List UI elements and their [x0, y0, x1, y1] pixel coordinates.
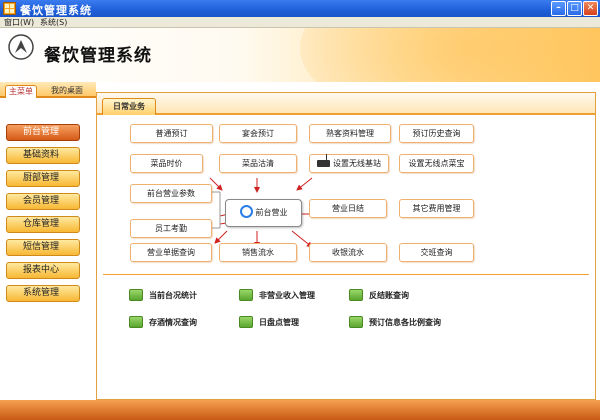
- menu-window[interactable]: 窗口(W): [4, 17, 34, 28]
- logo-icon: [8, 34, 34, 60]
- quick-daily-inventory[interactable]: 日盘点管理: [239, 315, 299, 330]
- status-bar: [0, 400, 600, 420]
- nav-reports[interactable]: 报表中心: [6, 262, 80, 279]
- flow-normal-booking[interactable]: 普通预订: [130, 124, 213, 143]
- tab-my-desktop[interactable]: 我的桌面: [48, 85, 86, 98]
- flow-wireless-station[interactable]: 设置无线基站: [309, 154, 389, 173]
- router-icon: [317, 154, 330, 167]
- maximize-button[interactable]: □: [567, 1, 582, 16]
- flow-dish-price[interactable]: 菜品时价: [130, 154, 203, 173]
- quick-item-icon: [239, 315, 253, 328]
- minimize-button[interactable]: –: [551, 1, 566, 16]
- nav-kitchen[interactable]: 厨部管理: [6, 170, 80, 187]
- tab-main-menu[interactable]: 主菜单: [5, 85, 37, 98]
- quick-reverse-checkout[interactable]: 反结账查询: [349, 288, 409, 303]
- flow-front-business[interactable]: 前台营业: [225, 199, 302, 227]
- flow-frontdesk-params[interactable]: 前台营业参数: [130, 184, 212, 203]
- nav-member[interactable]: 会员管理: [6, 193, 80, 210]
- business-flow: 普通预订 宴会预订 熟客资料管理 预订历史查询 菜品时价 菜品沽清 设置无线基站…: [97, 116, 595, 271]
- left-tabs: 主菜单 我的桌面: [0, 82, 96, 98]
- flow-booking-history[interactable]: 预订历史查询: [399, 124, 474, 143]
- flow-receipt-query[interactable]: 营业单据查询: [130, 243, 212, 262]
- title-bar: 餐饮管理系统 – □ ✕: [0, 0, 600, 17]
- nav-system[interactable]: 系统管理: [6, 285, 80, 302]
- app-icon: [3, 2, 16, 15]
- flow-sales-journal[interactable]: 销售流水: [219, 243, 297, 262]
- quick-item-icon: [129, 288, 143, 301]
- flow-wireless-station-label: 设置无线基站: [333, 159, 381, 168]
- tab-daily-business[interactable]: 日常业务: [102, 98, 156, 115]
- menu-bar: 窗口(W) 系统(S): [0, 17, 600, 28]
- menu-system[interactable]: 系统(S): [40, 17, 67, 28]
- flow-regular-customer[interactable]: 熟客资料管理: [309, 124, 391, 143]
- window-title: 餐饮管理系统: [20, 4, 92, 17]
- quick-item-icon: [239, 288, 253, 301]
- quick-daily-inventory-label: 日盘点管理: [259, 318, 299, 327]
- close-button[interactable]: ✕: [583, 1, 598, 16]
- nav-front-desk[interactable]: 前台管理: [6, 124, 80, 141]
- quick-wine-storage-label: 存酒情况查询: [149, 318, 197, 327]
- quick-booking-ratio-label: 预订信息各比例查询: [369, 318, 441, 327]
- flow-shift-query[interactable]: 交班查询: [399, 243, 474, 262]
- header-banner: 餐饮管理系统: [0, 28, 600, 82]
- nav-basic-data[interactable]: 基础资料: [6, 147, 80, 164]
- flow-dish-soldout[interactable]: 菜品沽清: [219, 154, 297, 173]
- quick-reverse-checkout-label: 反结账查询: [369, 291, 409, 300]
- quick-non-business-income[interactable]: 非营业收入管理: [239, 288, 315, 303]
- left-panel: 主菜单 我的桌面 前台管理 基础资料 厨部管理 会员管理 仓库管理 短信管理 报…: [0, 82, 96, 400]
- flow-staff-attendance[interactable]: 员工考勤: [130, 219, 212, 238]
- quick-wine-storage[interactable]: 存酒情况查询: [129, 315, 197, 330]
- flow-wireless-ordering[interactable]: 设置无线点菜宝: [399, 154, 474, 173]
- flow-other-expenses[interactable]: 其它费用管理: [399, 199, 474, 218]
- app-title: 餐饮管理系统: [44, 46, 152, 66]
- quick-item-icon: [349, 288, 363, 301]
- nav-warehouse[interactable]: 仓库管理: [6, 216, 80, 233]
- flow-front-business-label: 前台营业: [255, 208, 288, 217]
- nav-sms[interactable]: 短信管理: [6, 239, 80, 256]
- front-business-icon: [239, 205, 253, 218]
- section-divider: [103, 274, 589, 275]
- flow-banquet-booking[interactable]: 宴会预订: [219, 124, 297, 143]
- quick-table-status-label: 当前台况统计: [149, 291, 197, 300]
- main-panel: 日常业务 普通预订 宴会预订 熟客资料管理 预订历史查询 菜品时价 菜品沽清 设…: [96, 92, 596, 400]
- flow-daily-settlement[interactable]: 营业日结: [309, 199, 387, 218]
- flow-cashier-journal[interactable]: 收银流水: [309, 243, 387, 262]
- quick-table-status[interactable]: 当前台况统计: [129, 288, 197, 303]
- quick-non-business-income-label: 非营业收入管理: [259, 291, 315, 300]
- quick-booking-ratio[interactable]: 预订信息各比例查询: [349, 315, 441, 330]
- quick-item-icon: [129, 315, 143, 328]
- main-tab-bar: 日常业务: [97, 93, 595, 115]
- quick-item-icon: [349, 315, 363, 328]
